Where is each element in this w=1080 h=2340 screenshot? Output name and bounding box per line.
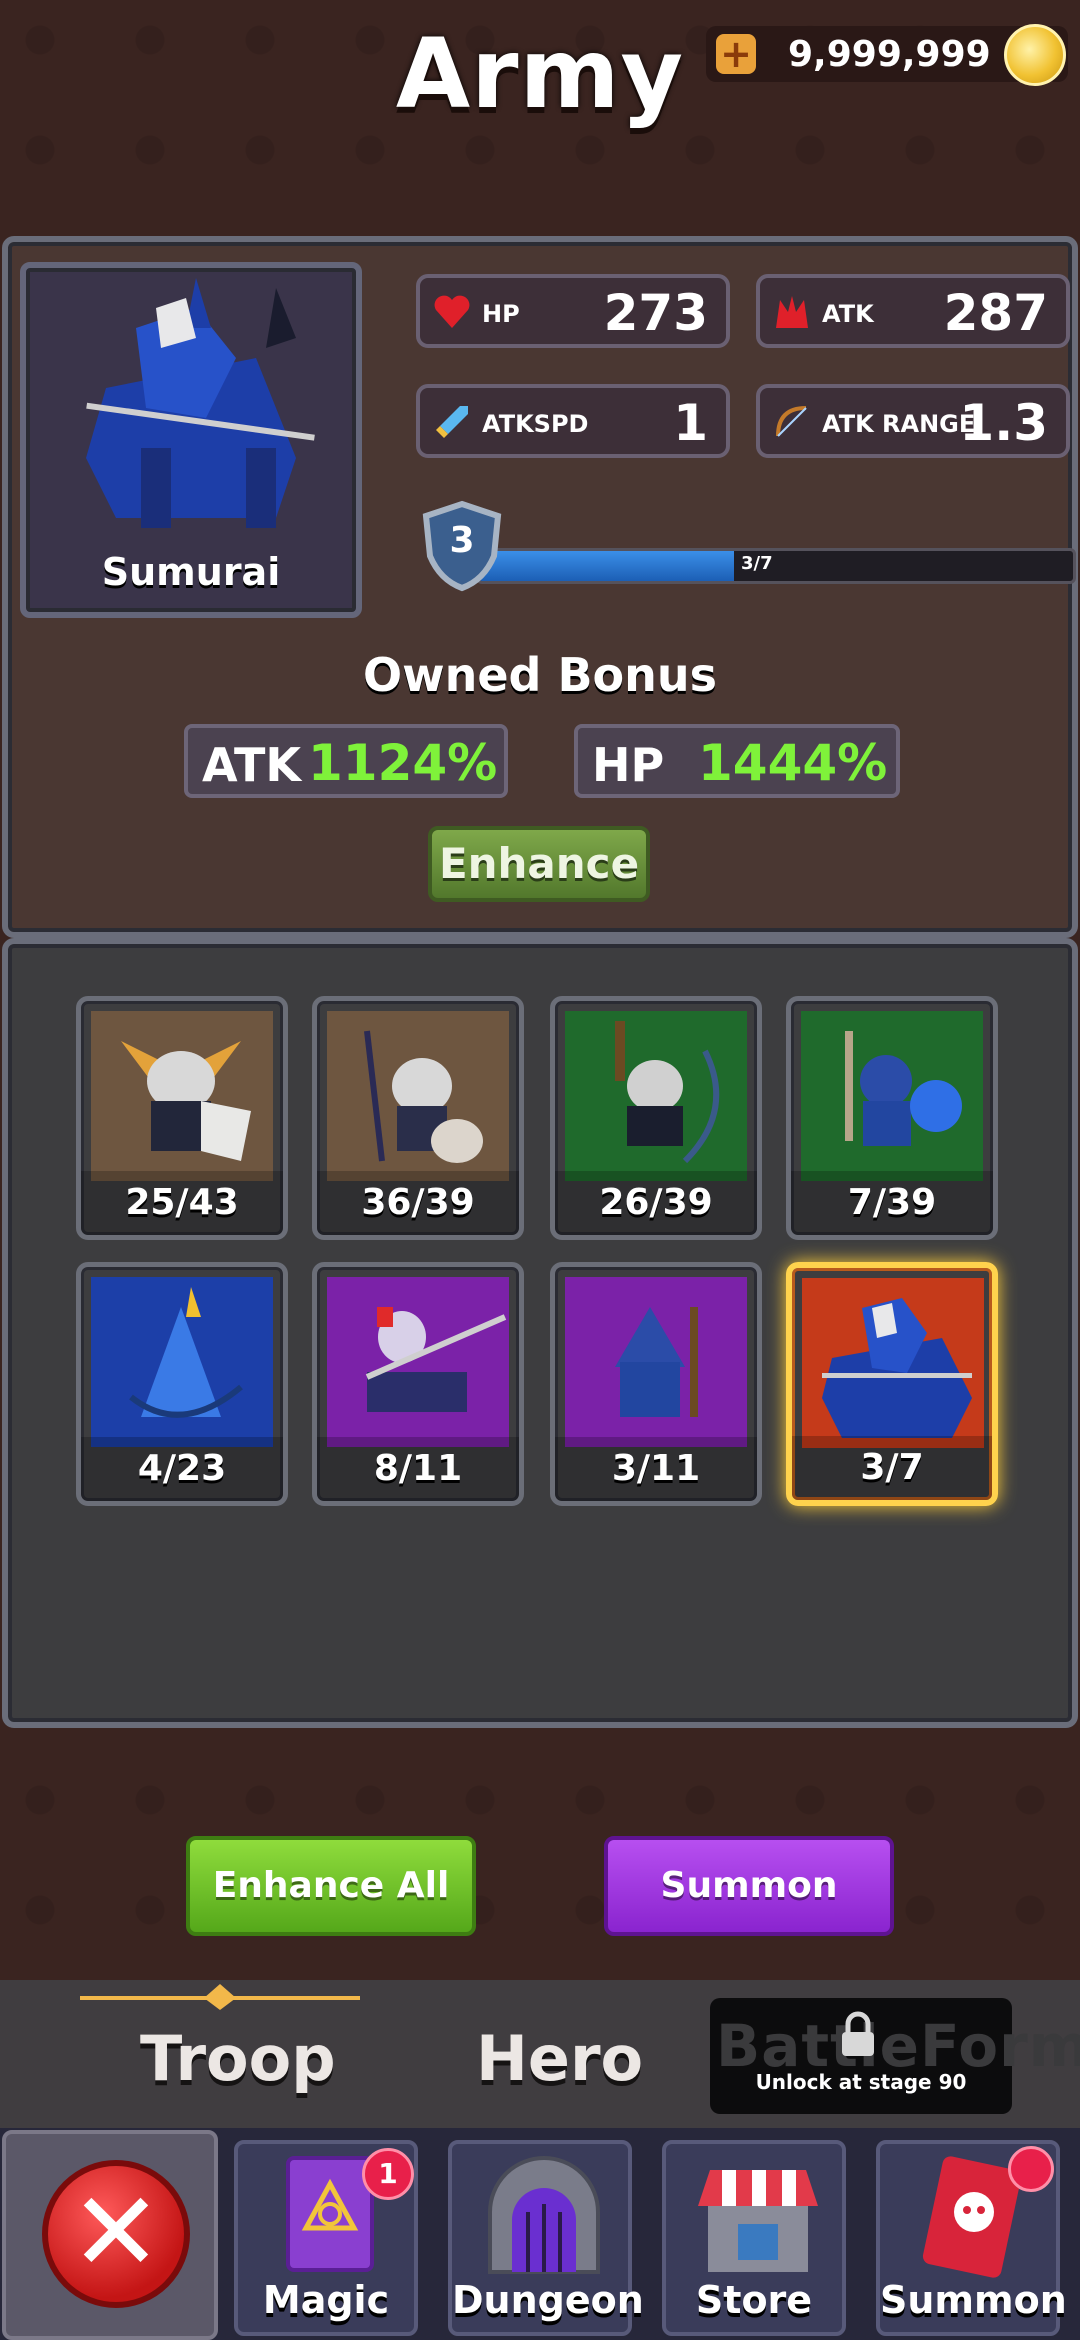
stat-range-value: 1.3: [959, 394, 1048, 452]
level-number: 3: [449, 520, 475, 561]
enhance-button[interactable]: Enhance: [428, 826, 650, 902]
troop-count: 7/39: [791, 1171, 993, 1235]
unit-name: Sumurai: [101, 550, 281, 594]
troop-count: 8/11: [317, 1437, 519, 1501]
level-progress-bar: 3/7: [476, 548, 1076, 584]
enhance-all-button[interactable]: Enhance All: [186, 1836, 476, 1936]
unit-portrait: Sumurai: [20, 262, 362, 618]
heart-icon: [434, 295, 470, 328]
troop-art: [327, 1011, 509, 1181]
owned-bonus-title: Owned Bonus: [362, 648, 718, 702]
owned-bonus-hp-label: HP: [592, 738, 665, 792]
owned-bonus-atk: ATK 1124%: [184, 724, 508, 798]
nav-dungeon-label: Dungeon: [452, 2278, 644, 2322]
troop-count: 4/23: [81, 1437, 283, 1501]
troop-count: 3/7: [792, 1436, 992, 1500]
dungeon-gate-icon: [488, 2156, 600, 2274]
troop-count: 3/11: [555, 1437, 757, 1501]
nav-store[interactable]: Store: [662, 2140, 846, 2336]
stat-hp: HP 273: [416, 274, 730, 348]
nav-magic-label: Magic: [262, 2278, 390, 2322]
owned-bonus-hp-value: 1444%: [698, 734, 888, 792]
lock-icon: [842, 2011, 874, 2056]
stat-range: ATK RANGE 1.3: [756, 384, 1070, 458]
tab-hero[interactable]: Hero: [476, 2022, 643, 2095]
spearman-icon: [364, 1030, 483, 1163]
nav-dungeon[interactable]: Dungeon: [448, 2140, 644, 2336]
troop-card-selected[interactable]: 3/7: [786, 1262, 998, 1506]
bow-icon: [776, 406, 807, 437]
troop-art: [801, 1011, 983, 1181]
summon-button[interactable]: Summon: [604, 1836, 894, 1936]
troop-card[interactable]: 4/23: [76, 1262, 288, 1506]
troop-card[interactable]: 8/11: [312, 1262, 524, 1506]
troop-art: [802, 1278, 984, 1448]
notification-badge: 1: [362, 2148, 414, 2200]
owned-bonus-hp: HP 1444%: [574, 724, 900, 798]
level-badge: 3: [420, 500, 504, 592]
troop-art: [565, 1277, 747, 1447]
unlock-requirement: Unlock at stage 90: [755, 2070, 967, 2094]
active-tab-indicator: [80, 1984, 360, 2010]
close-button[interactable]: ✕: [2, 2130, 218, 2340]
stat-atkspd-label: ATKSPD: [482, 410, 589, 438]
troop-count: 36/39: [317, 1171, 519, 1235]
add-currency-button[interactable]: +: [716, 34, 756, 74]
samurai-rider-icon: [822, 1298, 972, 1438]
troop-art: [91, 1277, 273, 1447]
sword-icon: [436, 406, 468, 438]
samurai-rider-icon: [86, 278, 315, 528]
blue-mage-icon: [129, 1287, 243, 1418]
troop-art: [327, 1277, 509, 1447]
level-progress-text: 3/7: [741, 553, 773, 574]
hooded-wizard-icon: [615, 1307, 698, 1417]
coin-icon: [1004, 24, 1066, 86]
troop-card[interactable]: 36/39: [312, 996, 524, 1240]
troop-art: [91, 1011, 273, 1181]
owned-bonus-atk-label: ATK: [202, 738, 302, 792]
stat-atk-value: 287: [943, 284, 1048, 342]
troop-count: 25/43: [81, 1171, 283, 1235]
archer-icon: [615, 1021, 720, 1164]
level-progress-fill: [479, 551, 735, 581]
knight-shield-icon: [121, 1041, 251, 1161]
currency-amount: 9,999,999: [788, 34, 991, 75]
troop-card[interactable]: 26/39: [550, 996, 762, 1240]
stat-atkspd-value: 1: [673, 394, 708, 452]
attack-burst-icon: [776, 296, 808, 328]
tab-troop[interactable]: Troop: [140, 2022, 336, 2095]
stat-hp-value: 273: [603, 284, 708, 342]
troop-card[interactable]: 7/39: [786, 996, 998, 1240]
troop-card[interactable]: 25/43: [76, 996, 288, 1240]
currency-display: + 9,999,999: [706, 24, 1068, 86]
stat-hp-label: HP: [482, 300, 520, 328]
nav-store-label: Store: [695, 2278, 813, 2322]
close-icon: ✕: [69, 2168, 163, 2296]
owned-bonus-atk-value: 1124%: [308, 734, 498, 792]
store-icon: [698, 2170, 818, 2272]
nav-summon-label: Summon: [880, 2278, 1067, 2322]
notification-dot: [1008, 2146, 1054, 2192]
stat-atkspd: ATKSPD 1: [416, 384, 730, 458]
troop-art: [565, 1011, 747, 1181]
stat-atk: ATK 287: [756, 274, 1070, 348]
blue-soldier-icon: [845, 1031, 962, 1146]
troop-count: 26/39: [555, 1171, 757, 1235]
stat-atk-label: ATK: [822, 300, 874, 328]
stat-range-label: ATK RANGE: [822, 410, 976, 438]
tab-battle-form-locked[interactable]: BattleForm Unlock at stage 90: [710, 1998, 1080, 2114]
troop-card[interactable]: 3/11: [550, 1262, 762, 1506]
lancer-rider-icon: [365, 1307, 507, 1412]
